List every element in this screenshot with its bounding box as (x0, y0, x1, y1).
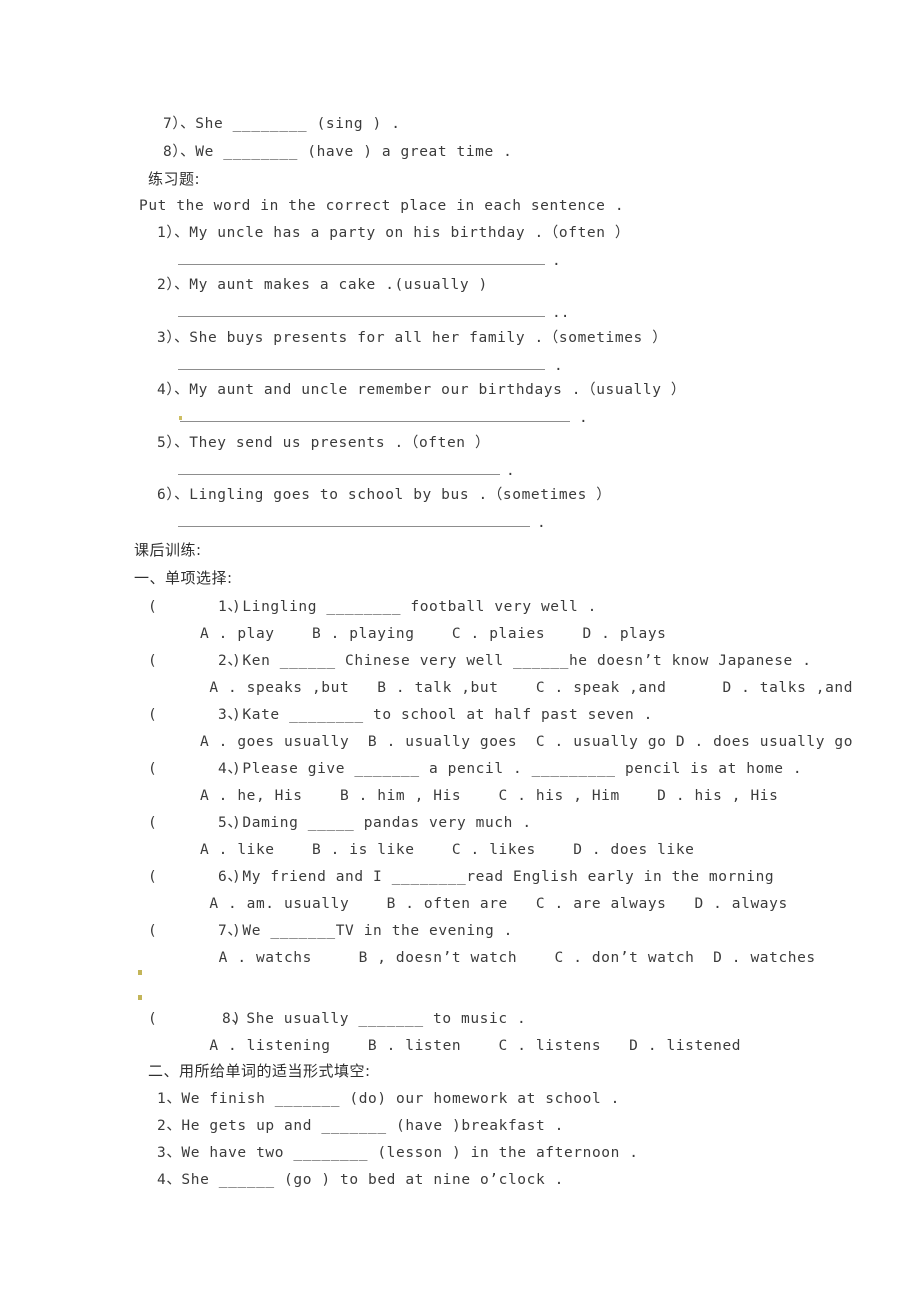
scan-speck-icon (179, 416, 182, 420)
mc-stem-3: 3、Kate ________ to school at half past s… (218, 707, 653, 723)
mc-options-7[interactable]: A . watchs B , doesn’t watch C . don’t w… (200, 951, 816, 966)
answer-line-1[interactable] (178, 264, 545, 265)
answer-period-1: . (552, 253, 561, 269)
fill-blank-item-1[interactable]: 1、We finish _______ (do) our homework at… (157, 1092, 620, 1107)
mc-options-5[interactable]: A . like B . is like C . likes D . does … (200, 843, 694, 858)
answer-period-4: . (579, 410, 588, 426)
mc-options-6[interactable]: A . am. usually B . often are C . are al… (200, 897, 788, 912)
answer-period-5: . (506, 463, 515, 479)
mc-options-3[interactable]: A . goes usually B . usually goes C . us… (200, 735, 853, 750)
answer-line-6[interactable] (178, 526, 530, 527)
mc-stem-7: 7、We _______TV in the evening . (218, 923, 513, 939)
verb-item-8: 8）、We ________ (have ) a great time . (163, 144, 513, 160)
mc-options-4[interactable]: A . he, His B . him , His C . his , Him … (200, 789, 778, 804)
mc-options-2[interactable]: A . speaks ,but B . talk ,but C . speak … (200, 681, 853, 696)
practice-item-2: 2）、My aunt makes a cake .(usually ) (157, 277, 488, 293)
practice-item-6: 6）、Lingling goes to school by bus .（some… (157, 487, 612, 503)
mc-stem-2: 2、Ken ______ Chinese very well ______he … (218, 653, 812, 669)
mc-stem-5: 5、Daming _____ pandas very much . (218, 815, 532, 831)
mc-stem-8: 8、She usually _______ to music . (222, 1011, 527, 1027)
worksheet-page: 7）、She ________ (sing ) . 8）、We ________… (0, 0, 920, 1302)
practice-item-1: 1）、My uncle has a party on his birthday … (157, 225, 630, 241)
answer-period-2: .. (552, 305, 570, 321)
practice-item-4: 4）、My aunt and uncle remember our birthd… (157, 382, 686, 398)
fill-blank-item-3[interactable]: 3、We have two ________ (lesson ) in the … (157, 1146, 639, 1161)
fill-blank-item-2[interactable]: 2、He gets up and _______ (have )breakfas… (157, 1119, 564, 1134)
answer-line-5[interactable] (178, 474, 500, 475)
section-one-heading: 一、单项选择: (134, 569, 233, 587)
after-class-heading: 课后训练: (134, 541, 202, 559)
mc-options-8[interactable]: A . listening B . listen C . listens D .… (200, 1039, 741, 1054)
answer-line-2[interactable] (178, 316, 545, 317)
practice-instruction: Put the word in the correct place in eac… (139, 198, 625, 214)
fill-blank-item-4[interactable]: 4、She ______ (go ) to bed at nine o’cloc… (157, 1173, 564, 1188)
mc-stem-4: 4、Please give _______ a pencil . _______… (218, 761, 803, 777)
answer-line-3[interactable] (178, 369, 545, 370)
practice-heading: 练习题: (148, 170, 201, 188)
scan-speck-icon (138, 970, 142, 975)
scan-speck-icon (138, 995, 142, 1000)
practice-item-3: 3）、She buys presents for all her family … (157, 330, 668, 346)
answer-period-6: . (537, 515, 546, 531)
section-two-heading: 二、用所给单词的适当形式填空: (148, 1062, 371, 1080)
answer-period-3: . (554, 358, 563, 374)
verb-item-7: 7）、She ________ (sing ) . (163, 116, 401, 132)
mc-options-1[interactable]: A . play B . playing C . plaies D . play… (200, 627, 667, 642)
mc-stem-1: 1、Lingling ________ football very well . (218, 599, 597, 615)
mc-stem-6: 6、My friend and I ________read English e… (218, 869, 775, 885)
practice-item-5: 5）、They send us presents .（often ） (157, 435, 491, 451)
answer-line-4[interactable] (180, 421, 570, 422)
